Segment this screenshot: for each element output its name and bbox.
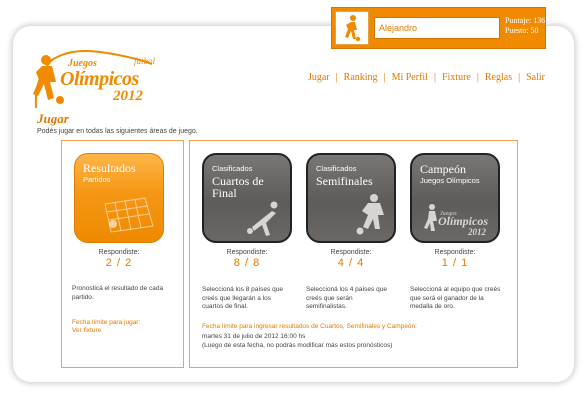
predictions-panel: Clasificados Cuartos de Final Respondist… bbox=[189, 140, 518, 368]
bicycle-kick-icon bbox=[247, 201, 278, 236]
tile-campeon-title-text: Campeón bbox=[420, 162, 466, 176]
olympics-logo-icon: Juegos Olímpicos 2012 bbox=[424, 204, 488, 237]
tile-campeon-description: Seleccioná al equipo que creés que será … bbox=[410, 286, 501, 310]
tile-resultados[interactable]: Resultados Partidos bbox=[74, 153, 164, 243]
soccer-player-icon bbox=[356, 194, 384, 235]
tile-semifinales-responded-label: Respondiste: bbox=[330, 249, 372, 256]
nav-fixture[interactable]: Fixture bbox=[442, 72, 471, 83]
tile-cuartos-title-text: Cuartos de Final bbox=[212, 174, 264, 200]
tile-semifinales-description: Seleccioná los 4 países que creés que se… bbox=[306, 286, 387, 310]
soccer-goal-icon bbox=[104, 197, 154, 233]
tile-cuartos[interactable]: Clasificados Cuartos de Final bbox=[202, 153, 292, 243]
user-box: Alejandro Puntaje: 136 pts. Puesto: 50 bbox=[331, 7, 559, 49]
tile-resultados-responded-label: Respondiste: bbox=[98, 249, 140, 256]
fixture-link[interactable]: Ver fixture bbox=[72, 327, 101, 336]
deadline-date: martes 31 de julio de 2012 16:00 hs bbox=[202, 333, 306, 340]
nav-separator: | bbox=[383, 72, 386, 83]
nav-separator: | bbox=[476, 72, 479, 83]
nav-separator: | bbox=[518, 72, 521, 83]
tile-resultados-responded-value: 2 / 2 bbox=[105, 257, 133, 269]
nav-jugar[interactable]: Jugar bbox=[308, 72, 330, 83]
main-nav: Jugar | Ranking | Mi Perfil | Fixture | Reglas | S… bbox=[308, 72, 545, 83]
deadline-label: Fecha límite para ingresar resultados de… bbox=[202, 323, 417, 330]
nav-salir[interactable]: Salir bbox=[526, 72, 545, 83]
logo-futbol: fútbol bbox=[134, 56, 156, 66]
tile-resultados-title: Resultados Partidos bbox=[83, 162, 136, 186]
nav-reglas[interactable]: Reglas bbox=[485, 72, 512, 83]
page-subtitle: Podés jugar en todas las siguientes área… bbox=[37, 128, 198, 135]
results-panel: Resultados Partidos Respondiste: 2 / 2 P… bbox=[61, 140, 184, 368]
tile-cuartos-responded-label: Respondiste: bbox=[226, 249, 268, 256]
tile-cuartos-title: Clasificados Cuartos de Final bbox=[212, 163, 284, 199]
tile-campeon[interactable]: Campeón Juegos Olímpicos Juegos Olímpico… bbox=[410, 153, 500, 243]
tile-semifinales[interactable]: Clasificados Semifinales bbox=[306, 153, 396, 243]
svg-text:Olímpicos: Olímpicos bbox=[438, 214, 488, 228]
tile-cuartos-description: Seleccioná los 8 países que creés que ll… bbox=[202, 286, 283, 310]
nav-separator: | bbox=[433, 72, 436, 83]
user-score: Puntaje: 136 pts. bbox=[505, 16, 559, 25]
tile-resultados-description: Pronosticá el resultado de cada partido. bbox=[72, 285, 164, 301]
logo-year: 2012 bbox=[113, 88, 143, 104]
user-rank: Puesto: 50 bbox=[505, 26, 539, 35]
nav-ranking[interactable]: Ranking bbox=[344, 72, 378, 83]
tile-campeon-responded-value: 1 / 1 bbox=[441, 257, 469, 269]
tile-cuartos-responded-value: 8 / 8 bbox=[233, 257, 261, 269]
tile-semifinales-title-text: Semifinales bbox=[316, 174, 373, 188]
nav-separator: | bbox=[335, 72, 338, 83]
tile-campeon-subtitle: Juegos Olímpicos bbox=[420, 176, 480, 185]
page-title: Jugar bbox=[37, 111, 69, 126]
tile-campeon-title: Campeón Juegos Olímpicos bbox=[420, 163, 480, 187]
username-field: Alejandro bbox=[374, 17, 500, 39]
tile-resultados-subtitle: Partidos bbox=[83, 175, 111, 184]
site-logo[interactable]: Juegos fútbol Olímpicos 2012 bbox=[30, 48, 165, 112]
nav-mi-perfil[interactable]: Mi Perfil bbox=[392, 72, 428, 83]
tile-semifinales-title: Clasificados Semifinales bbox=[316, 163, 373, 187]
tile-resultados-title-text: Resultados bbox=[83, 161, 136, 175]
tile-semifinales-responded-value: 4 / 4 bbox=[337, 257, 365, 269]
svg-text:2012: 2012 bbox=[467, 227, 487, 237]
user-stats: Puntaje: 136 pts. Puesto: 50 bbox=[505, 16, 559, 36]
tile-campeon-responded-label: Respondiste: bbox=[434, 249, 476, 256]
player-avatar-icon bbox=[335, 11, 369, 45]
deadline-note: (Luego de esta fecha, no podrás modifica… bbox=[202, 342, 393, 349]
